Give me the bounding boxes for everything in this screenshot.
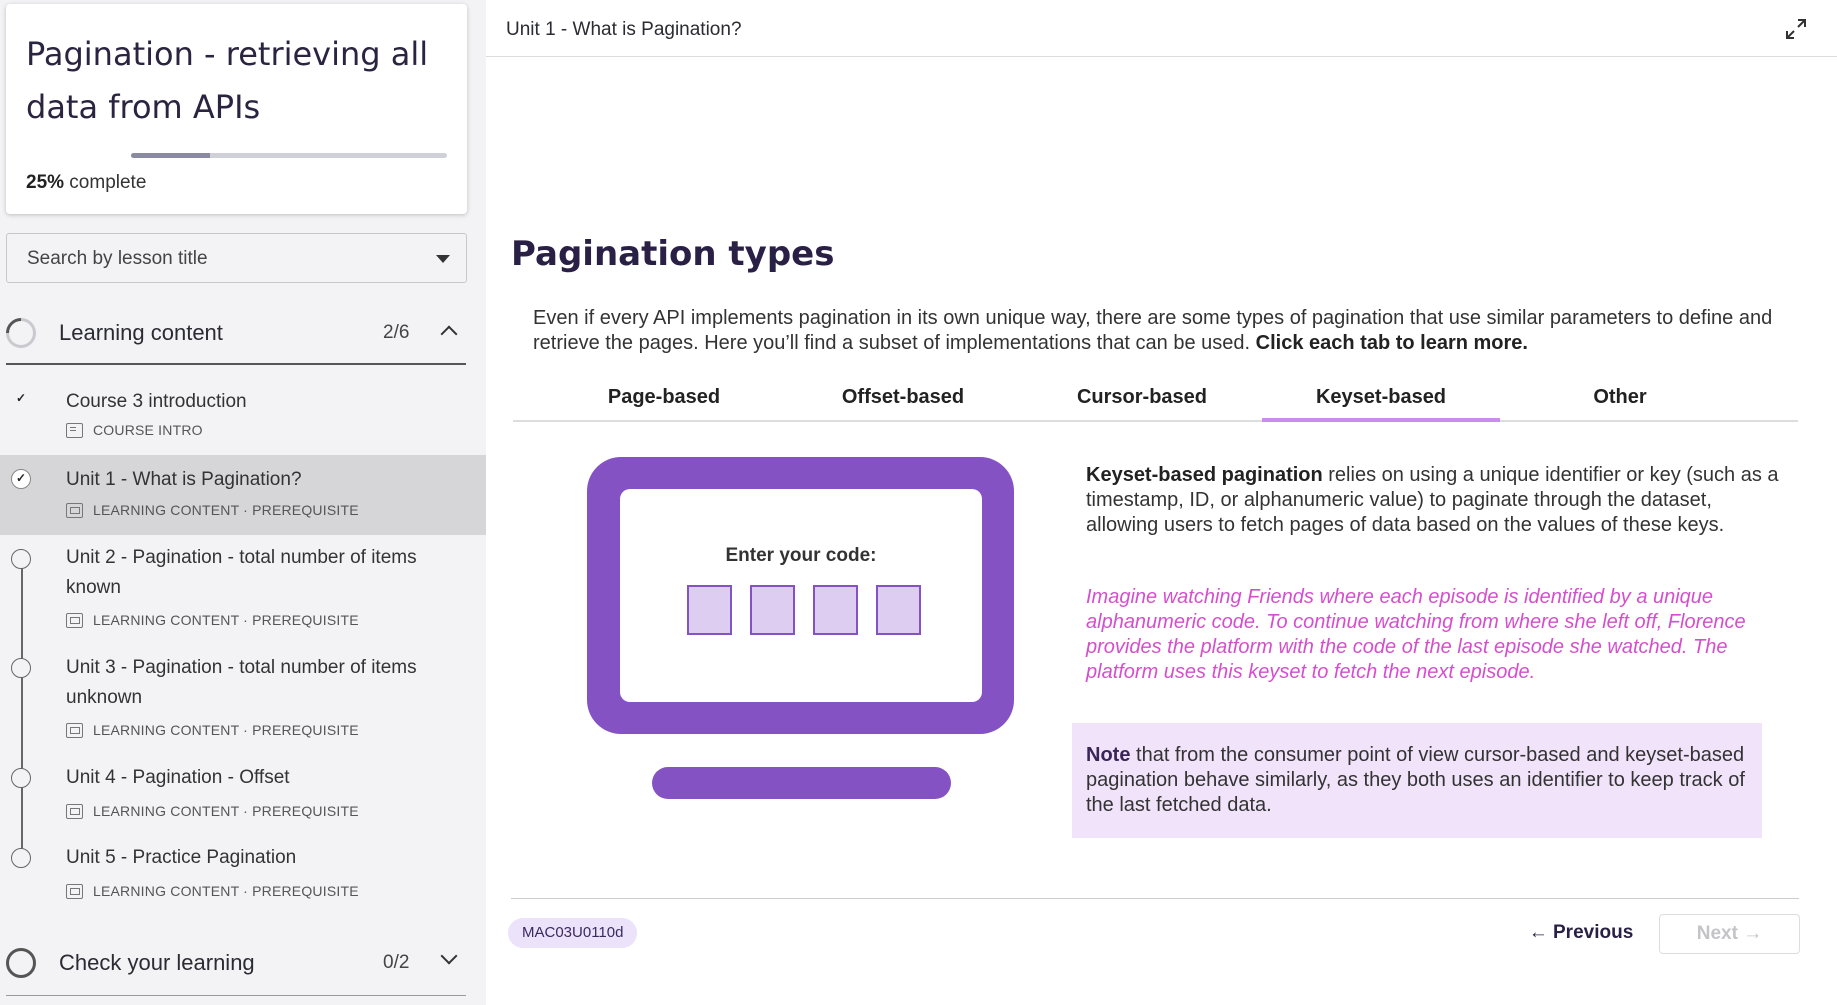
- lesson-unit-2[interactable]: Unit 2 - Pagination - total number of it…: [0, 540, 486, 640]
- course-card: Pagination - retrieving all data from AP…: [6, 4, 467, 214]
- lesson-title: Unit 5 - Practice Pagination: [66, 847, 297, 868]
- illustration-label: Enter your code:: [725, 545, 877, 566]
- lesson-meta-text: LEARNING CONTENT · PREREQUISITE: [93, 883, 359, 899]
- lesson-meta: LEARNING CONTENT · PREREQUISITE: [66, 502, 359, 518]
- note-body: that from the consumer point of view cur…: [1086, 744, 1745, 816]
- lesson-search-select[interactable]: Search by lesson title: [6, 233, 467, 283]
- tab-page-based[interactable]: Page-based: [545, 386, 783, 422]
- progress-ring-icon: [0, 311, 43, 355]
- lesson-unit-3[interactable]: Unit 3 - Pagination - total number of it…: [0, 651, 486, 751]
- incomplete-circle-icon: [11, 848, 31, 868]
- code-input-box: [813, 585, 858, 635]
- section-count: 2/6: [383, 322, 410, 343]
- section-divider: [6, 363, 466, 365]
- section-name: Check your learning: [59, 950, 255, 975]
- lesson-meta: COURSE INTRO: [66, 422, 203, 438]
- lesson-meta-text: COURSE INTRO: [93, 422, 203, 438]
- slides-icon: [66, 723, 83, 738]
- lesson-meta: LEARNING CONTENT · PREREQUISITE: [66, 612, 359, 628]
- lesson-meta-text: LEARNING CONTENT · PREREQUISITE: [93, 722, 359, 738]
- lesson-meta-text: LEARNING CONTENT · PREREQUISITE: [93, 502, 359, 518]
- lesson-meta: LEARNING CONTENT · PREREQUISITE: [66, 883, 359, 899]
- tab-offset-based[interactable]: Offset-based: [784, 386, 1022, 422]
- lesson-meta: LEARNING CONTENT · PREREQUISITE: [66, 803, 359, 819]
- tab-cursor-based[interactable]: Cursor-based: [1023, 386, 1261, 422]
- incomplete-circle-icon: [11, 658, 31, 678]
- check-icon: ✓: [15, 391, 27, 405]
- expand-icon[interactable]: [1785, 18, 1807, 40]
- section-divider: [6, 995, 466, 996]
- chevron-up-icon: [440, 325, 458, 343]
- document-icon: [66, 423, 83, 438]
- note-box: Note that from the consumer point of vie…: [1072, 723, 1762, 838]
- monitor-screen: Enter your code:: [620, 489, 982, 702]
- progress-percent: 25%: [26, 172, 65, 193]
- page-title: Pagination types: [511, 234, 835, 274]
- course-title: Pagination - retrieving all data from AP…: [26, 35, 429, 126]
- keyset-term: Keyset-based pagination: [1086, 464, 1323, 486]
- lesson-meta-text: LEARNING CONTENT · PREREQUISITE: [93, 803, 359, 819]
- slides-icon: [66, 503, 83, 518]
- course-sidebar: Pagination - retrieving all data from AP…: [0, 0, 486, 1005]
- monitor-stand: [652, 767, 951, 799]
- lesson-title: Unit 4 - Pagination - Offset: [66, 767, 290, 788]
- intro-body: Even if every API implements pagination …: [533, 307, 1773, 354]
- note-label: Note: [1086, 744, 1131, 766]
- lesson-unit-1[interactable]: ✓ Unit 1 - What is Pagination? LEARNING …: [0, 455, 486, 535]
- lesson-unit-5[interactable]: Unit 5 - Practice Pagination LEARNING CO…: [0, 842, 486, 914]
- lesson-course-intro[interactable]: ✓ Course 3 introduction COURSE INTRO: [0, 372, 486, 452]
- lesson-meta: LEARNING CONTENT · PREREQUISITE: [66, 722, 359, 738]
- section-count: 0/2: [383, 952, 410, 973]
- incomplete-circle-icon: [11, 549, 31, 569]
- intro-text: Even if every API implements pagination …: [533, 306, 1813, 356]
- code-input-box: [876, 585, 921, 635]
- lesson-search-placeholder: Search by lesson title: [27, 248, 208, 269]
- tab-other[interactable]: Other: [1501, 386, 1739, 422]
- progress-bar: [131, 153, 447, 158]
- intro-cta: Click each tab to learn more.: [1255, 332, 1528, 354]
- lesson-header: Unit 1 - What is Pagination?: [486, 0, 1837, 57]
- lesson-unit-4[interactable]: Unit 4 - Pagination - Offset LEARNING CO…: [0, 762, 486, 834]
- monitor-illustration: Enter your code:: [587, 457, 1014, 734]
- next-button[interactable]: Next →: [1659, 914, 1800, 954]
- footer-divider: [511, 898, 1799, 899]
- lesson-content-pane: Unit 1 - What is Pagination? Pagination …: [486, 0, 1837, 1005]
- lesson-meta-text: LEARNING CONTENT · PREREQUISITE: [93, 612, 359, 628]
- section-name: Learning content: [59, 320, 223, 345]
- check-icon: ✓: [11, 469, 31, 489]
- slides-icon: [66, 804, 83, 819]
- chevron-down-icon: [440, 947, 458, 965]
- section-learning-content[interactable]: Learning content 2/6: [0, 301, 466, 363]
- slides-icon: [66, 884, 83, 899]
- progress-fill: [131, 153, 210, 158]
- code-input-box: [750, 585, 795, 635]
- lesson-title: Unit 2 - Pagination - total number of it…: [66, 547, 417, 598]
- caret-down-icon: [436, 255, 450, 263]
- lesson-title: Course 3 introduction: [66, 391, 247, 412]
- code-input-box: [687, 585, 732, 635]
- lesson-title: Unit 3 - Pagination - total number of it…: [66, 657, 417, 708]
- lesson-title: Unit 1 - What is Pagination?: [66, 469, 302, 490]
- progress-text: 25% complete: [26, 172, 146, 194]
- breadcrumb: Unit 1 - What is Pagination?: [506, 19, 742, 40]
- incomplete-circle-icon: [11, 768, 31, 788]
- slides-icon: [66, 613, 83, 628]
- previous-button[interactable]: ← Previous: [1516, 912, 1646, 954]
- lesson-code-badge: MAC03U0110d: [508, 918, 638, 948]
- tab-keyset-based[interactable]: Keyset-based: [1262, 386, 1500, 422]
- keyset-description: Keyset-based pagination relies on using …: [1086, 463, 1786, 538]
- pagination-tabs: Page-based Offset-based Cursor-based Key…: [513, 378, 1798, 422]
- progress-ring-icon: [6, 948, 36, 978]
- section-check-your-learning[interactable]: Check your learning 0/2: [0, 931, 466, 993]
- keyset-example: Imagine watching Friends where each epis…: [1086, 586, 1746, 683]
- progress-suffix: complete: [64, 172, 147, 193]
